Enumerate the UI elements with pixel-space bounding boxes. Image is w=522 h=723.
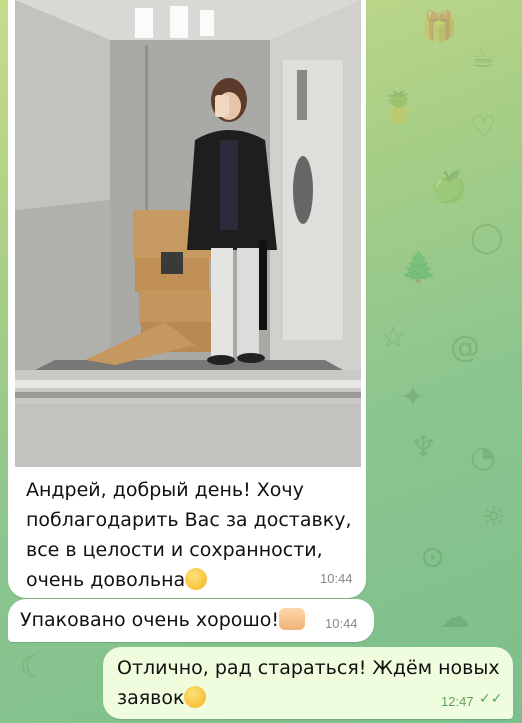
thumbs-up-emoji <box>279 608 306 630</box>
ball-8-icon: ⊙ <box>420 540 446 575</box>
message-line: очень довольна <box>26 565 351 595</box>
read-double-check-icon: ✓✓ <box>479 691 503 707</box>
outgoing-message[interactable]: Отлично, рад стараться! Ждём новых заяво… <box>103 647 513 719</box>
elevator-selfie-photo[interactable] <box>15 0 361 467</box>
message-line: Отлично, рад стараться! Ждём новых <box>117 657 500 679</box>
incoming-message[interactable]: Упаковано очень хорошо! 10:44 <box>8 599 374 642</box>
incoming-message-text: Упаковано очень хорошо! <box>20 605 306 635</box>
relieved-face-emoji <box>184 686 207 708</box>
pizza-icon: ◔ <box>470 440 497 475</box>
moon-icon: ☾ <box>20 650 47 685</box>
incoming-message-text: Андрей, добрый день! Хочу поблагодарить … <box>26 475 351 595</box>
incoming-photo-message[interactable]: Андрей, добрый день! Хочу поблагодарить … <box>8 0 366 598</box>
message-time: 10:44 <box>325 616 358 631</box>
message-line-text: очень довольна <box>26 569 186 591</box>
gift-icon: 🎁 <box>420 10 458 45</box>
message-line: Андрей, добрый день! Хочу <box>26 479 304 501</box>
swirl-icon: @ <box>450 330 480 365</box>
star-icon: ☆ <box>380 320 407 355</box>
pineapple-icon: 🍍 <box>380 90 418 125</box>
heart-icon: ♡ <box>470 110 497 145</box>
jellyfish-icon: ♆ <box>410 430 437 465</box>
ball-icon: ◯ <box>470 220 504 255</box>
bone-icon: ✦ <box>400 380 426 415</box>
message-line: все в целости и сохранности, <box>26 539 323 561</box>
message-line-text: заявок <box>117 687 185 709</box>
cup-icon: ☕ <box>470 40 497 75</box>
cloud-icon: ☁ <box>440 600 470 635</box>
message-time: 12:47 <box>441 694 474 709</box>
message-text: Упаковано очень хорошо! <box>20 609 280 631</box>
smiling-face-emoji <box>185 568 208 590</box>
photo-illustration <box>15 0 361 467</box>
sun-icon: ☼ <box>480 500 507 535</box>
tree-icon: 🌲 <box>400 250 438 285</box>
apple-icon: 🍏 <box>430 170 468 205</box>
message-time: 10:44 <box>320 571 353 586</box>
message-line: поблагодарить Вас за доставку, <box>26 509 352 531</box>
